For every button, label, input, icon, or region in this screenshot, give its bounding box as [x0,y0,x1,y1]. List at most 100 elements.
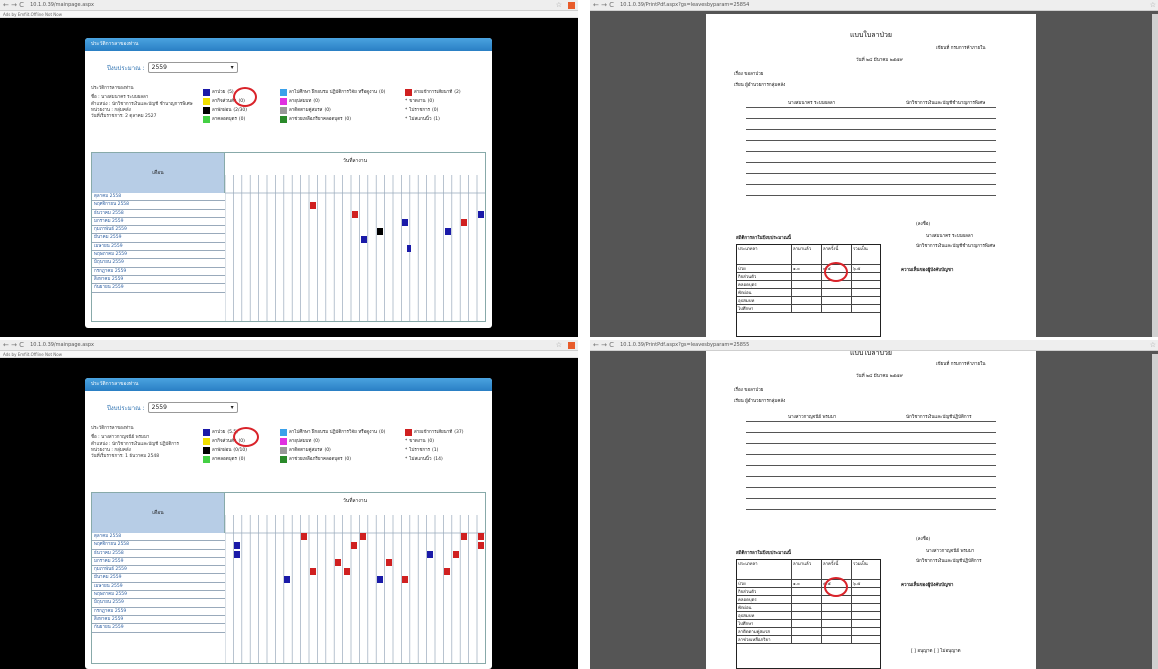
legend-swatch [203,89,210,96]
legend-item: * ขาดงาน (0) [405,99,434,104]
highlight-circle [824,577,848,597]
back-forward-reload-icons[interactable]: ← → C [3,1,24,9]
back-forward-reload-icons[interactable]: ← → C [593,1,614,9]
leave-cell-late [444,568,450,575]
table-row: อุปสมบท [737,297,880,305]
info-line: ตำแหน่ง : นักวิชาการเงินและบัญชี ชำนาญกา… [91,101,193,107]
bookmark-star-icon[interactable]: ☆ [556,1,562,9]
approve-options[interactable]: [ ] อนุญาต [ ] ไม่อนุญาต [911,647,961,654]
form-line [746,140,996,141]
form-line [746,151,996,152]
legend-item: ลาติดตามคู่สมรส (0) [280,106,385,115]
legend-swatch [280,107,287,114]
form-line [746,498,996,499]
screenshot-top-right: ← → C 10.1.0.39/PrintPdf.aspx?gs=leavesb… [590,0,1158,337]
address-bar[interactable]: 10.1.0.39/PrintPdf.aspx?gs=leavesbyparam… [618,341,1146,349]
bookmark-star-icon[interactable]: ☆ [1150,1,1156,9]
back-forward-reload-icons[interactable]: ← → C [593,341,614,349]
legend-item: * ไปราชการ (1) [405,448,439,453]
month-row: สิงหาคม 2559 [92,616,225,625]
form-title: แบบใบลาป่วย [850,31,892,39]
legend-item: ลาไปศึกษา ฝึกอบรม ปฏิบัติการวิจัย หรือดู… [280,428,385,437]
leave-cell-sick [402,219,408,226]
month-row: กันยายน 2559 [92,624,225,633]
bookmark-star-icon[interactable]: ☆ [1150,341,1156,349]
year-select[interactable]: 2559 [147,402,238,413]
leave-cell-late [478,542,484,549]
form-date: วันที่ ๒๔ มีนาคม ๒๕๕๙ [856,58,903,63]
leave-cell-sick [478,211,484,218]
legend-col-2: ลาไปศึกษา ฝึกอบรม ปฏิบัติการวิจัย หรือดู… [280,428,385,464]
legend-swatch [280,116,287,123]
back-forward-reload-icons[interactable]: ← → C [3,341,24,349]
scrollbar[interactable] [1152,14,1158,337]
form-writer: เขียนที่ กรมการค้าภายใน [936,46,986,51]
year-row: ปีงบประมาณ : 2559 [107,62,238,73]
bookmark-star-icon[interactable]: ☆ [556,341,562,349]
grid-days-header: วันที่ลางาน [342,498,368,504]
browser-menu-icon[interactable] [568,1,575,9]
comment-title: ความเห็นของผู้บังคับบัญชา [901,268,954,273]
form-name: นางสมนาคร ระบบผลลา [788,101,836,106]
sick-leave-form: แบบใบลาป่วย เขียนที่ กรมการค้าภายใน วันท… [706,351,1036,669]
user-info: ประวัติการลาของท่าน ชื่อ : นางสมนาคร ระบ… [91,86,196,120]
form-name: นางสาวกาญจนีย์ พรมมา [788,415,837,420]
form-line [746,107,996,108]
table-row: กิจส่วนตัว [737,588,880,596]
legend-item: ลาอุปสมบท (0) [280,97,385,106]
bookmark-bar: Ads by Emfiit.Offline Not Now [0,11,578,18]
legend-swatch [405,429,412,436]
legend-swatch [203,98,210,105]
form-position: นักวิชาการเงินและบัญชีชำนาญการพิเศษ [906,101,986,106]
month-row: กรกฎาคม 2559 [92,608,225,616]
info-line: ประวัติการลาของท่าน [91,426,134,431]
leave-cell-sick [407,245,411,252]
month-row: เมษายน 2559 [92,243,225,252]
legend-item: ลาพักผ่อน (0/10) [203,446,247,455]
leave-cell-late [453,551,459,558]
form-position: นักวิชาการเงินและบัญชีปฏิบัติการ [906,415,972,420]
leave-stats-table: ประเภทลา ลามาแล้ว ลาครั้งนี้ รวมเป็น ป่ว… [736,244,881,337]
legend-swatch [280,429,287,436]
panel-title: ประวัติการลาของท่าน [85,378,492,391]
form-signer-position: นักวิชาการเงินและบัญชีปฏิบัติการ [916,559,982,564]
form-line [746,173,996,174]
table-row: พักผ่อน [737,604,880,612]
browser-toolbar: ← → C 10.1.0.39/mainpage.aspx ☆ [0,340,578,351]
year-select[interactable]: 2559 [147,62,238,73]
scrollbar[interactable] [1152,354,1158,669]
leave-cell-late [461,219,467,226]
leave-cell-sick [234,551,240,558]
address-bar[interactable]: 10.1.0.39/mainpage.aspx [28,341,552,349]
legend-col-3: สายเข้าการเสียนาที (2) * ขาดงาน (0) * ไปราชก… [405,88,461,124]
leave-cell-sick [284,576,290,583]
month-row: สิงหาคม 2559 [92,276,225,285]
address-bar[interactable]: 10.1.0.39/PrintPdf.aspx?gs=leavesbyparam… [618,1,1146,9]
month-row: มกราคม 2559 [92,218,225,227]
month-rows: ตุลาคม 2558 พฤศจิกายน 2558 ธันวาคม 2558 … [92,533,225,633]
leave-cell-late [360,533,366,540]
address-bar[interactable]: 10.1.0.39/mainpage.aspx [28,1,552,9]
legend-swatch [280,438,287,445]
month-row: กุมภาพันธ์ 2559 [92,566,225,575]
leave-cell-sick [377,576,383,583]
form-signer-name: นางสาวกาญจนีย์ พรมมา [926,549,975,554]
day-grid [225,515,485,663]
form-to: เรียน ผู้อำนวยการกลุ่มคลัง [734,83,786,88]
form-line [746,487,996,488]
table-row: คลอดบุตร [737,596,880,604]
table-row: อุปสมบท [737,612,880,620]
form-line [746,129,996,130]
legend-item: ลาช่วยเหลือภริยาคลอดบุตร (0) [280,115,385,124]
legend-item: * ไม่สแกนนิ้ว (1) [405,117,440,122]
browser-menu-icon[interactable] [568,341,575,349]
legend-swatch [203,447,210,454]
table-title: สถิติการลาในปีงบประมาณนี้ [736,236,791,241]
legend-swatch [203,456,210,463]
day-grid [225,175,485,321]
leave-cell-late [310,568,316,575]
comment-title: ความเห็นของผู้บังคับบัญชา [901,583,954,588]
browser-toolbar: ← → C 10.1.0.39/PrintPdf.aspx?gs=leavesb… [590,340,1158,351]
form-sign: (ลงชื่อ) [916,537,931,542]
legend-swatch [280,447,287,454]
